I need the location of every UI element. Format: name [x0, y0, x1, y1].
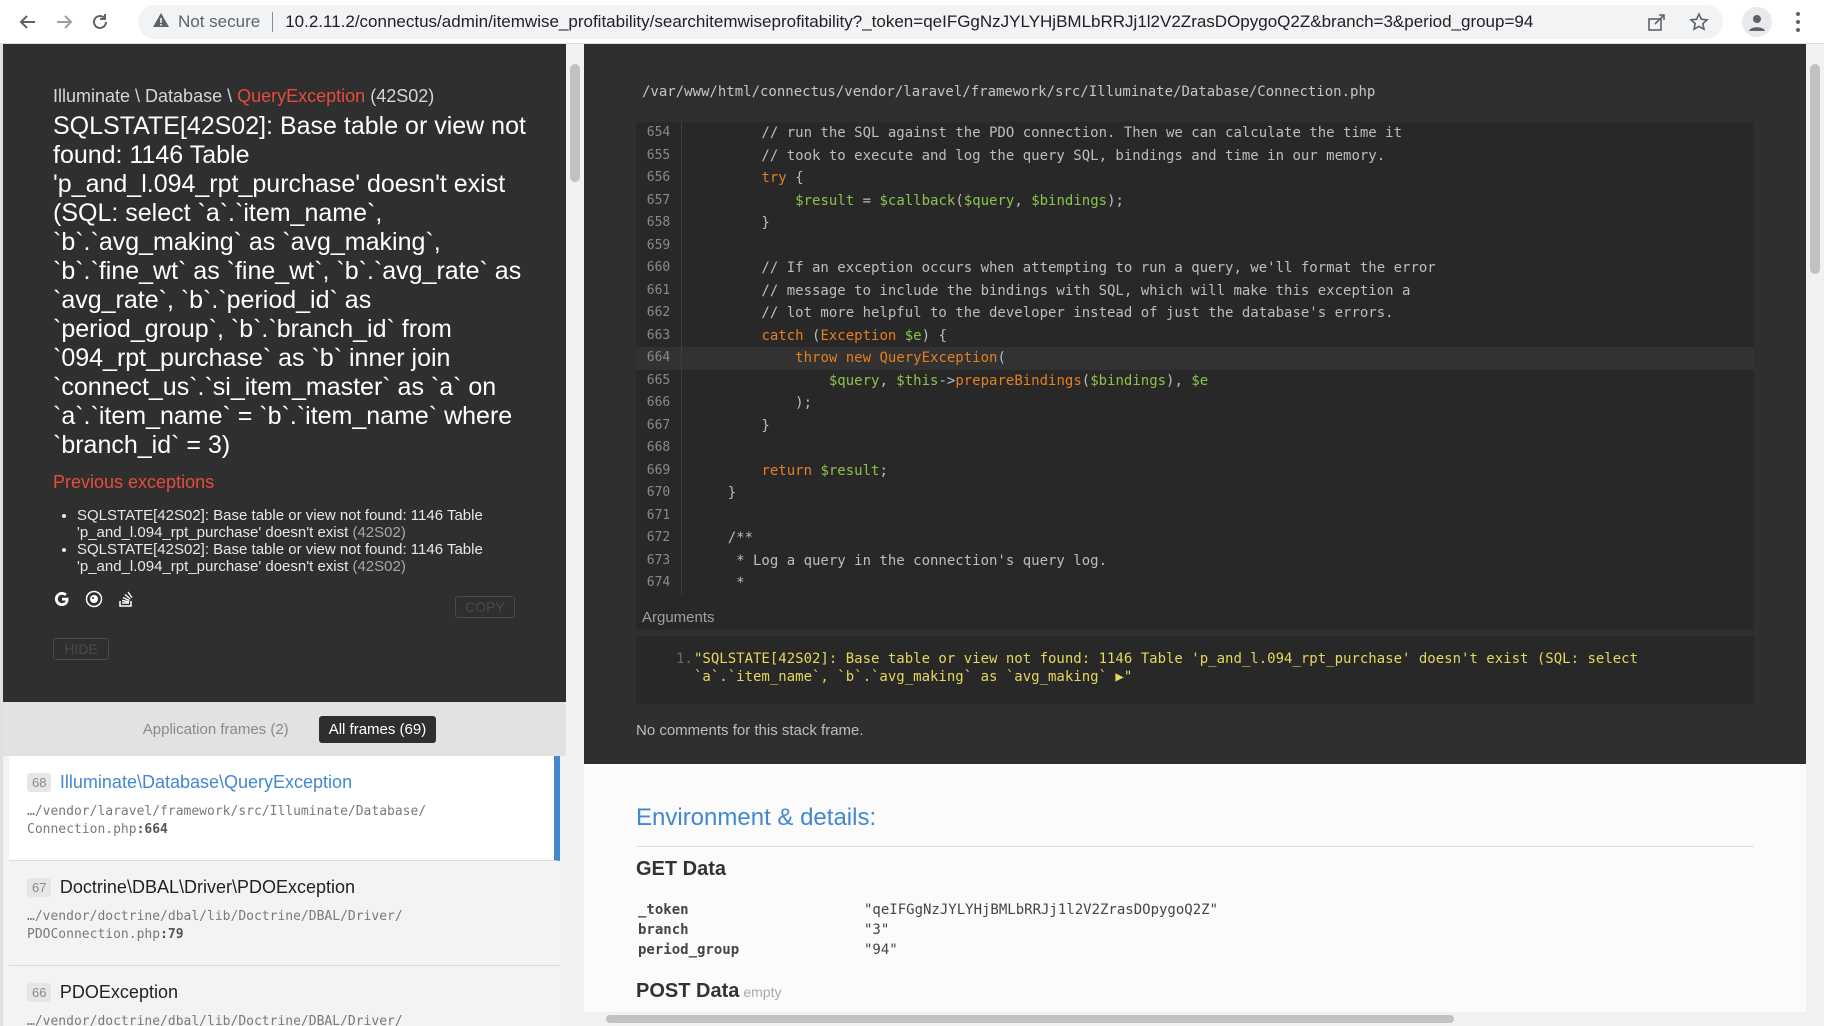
code-line: 673 * Log a query in the connection's qu…: [636, 549, 1754, 572]
profile-avatar-icon[interactable]: [1742, 7, 1772, 37]
previous-exceptions-list: SQLSTATE[42S02]: Base table or view not …: [53, 507, 526, 575]
forward-icon[interactable]: [50, 8, 78, 36]
code-line-highlighted: 664 throw new QueryException(: [636, 347, 1754, 370]
exception-namespace: Illuminate \ Database \: [53, 86, 233, 106]
left-scrollbar[interactable]: [566, 44, 584, 1026]
argument-value-line[interactable]: `a`.`item_name`, `b`.`avg_making` as `av…: [694, 668, 1754, 686]
left-panel: Illuminate \ Database \ QueryException (…: [0, 44, 566, 1026]
exception-type: QueryException: [237, 86, 366, 106]
divider: [636, 846, 1754, 847]
code-line: 665 $query, $this->prepareBindings($bind…: [636, 369, 1754, 392]
google-icon[interactable]: [53, 590, 71, 613]
bookmark-star-icon[interactable]: [1689, 12, 1709, 37]
share-icon[interactable]: [1647, 12, 1667, 37]
tab-application-frames[interactable]: Application frames (2): [133, 716, 299, 743]
code-line: 663 catch (Exception $e) {: [636, 324, 1754, 347]
frame-file: …/vendor/laravel/framework/src/Illuminat…: [27, 804, 427, 837]
frame-class: PDOException: [59, 982, 178, 1002]
code-viewer: 654 // run the SQL against the PDO conne…: [636, 122, 1754, 630]
code-line: 668: [636, 437, 1754, 460]
code-line: 654 // run the SQL against the PDO conne…: [636, 122, 1754, 145]
horizontal-scrollbar[interactable]: [584, 1012, 1806, 1026]
stackoverflow-icon[interactable]: [117, 590, 135, 613]
security-label[interactable]: Not secure: [178, 12, 260, 32]
environment-title: Environment & details:: [636, 804, 877, 831]
stack-frame[interactable]: 66 PDOException …/vendor/doctrine/dbal/l…: [9, 966, 560, 1026]
code-panel: /var/www/html/connectus/vendor/laravel/f…: [584, 44, 1806, 764]
stack-frame[interactable]: 67 Doctrine\DBAL\Driver\PDOException …/v…: [9, 861, 560, 966]
exception-breadcrumb: Illuminate \ Database \ QueryException (…: [53, 86, 526, 107]
scrollbar-thumb[interactable]: [1810, 64, 1820, 274]
code-line: 671: [636, 504, 1754, 527]
frame-class: Illuminate\Database\QueryException: [59, 772, 353, 792]
code-line: 657 $result = $callback($query, $binding…: [636, 189, 1754, 212]
stack-frames-list: 68 Illuminate\Database\QueryException …/…: [9, 756, 560, 1026]
code-line: 661 // message to include the bindings w…: [636, 279, 1754, 302]
file-path: /var/www/html/connectus/vendor/laravel/f…: [642, 84, 1376, 100]
frame-file: …/vendor/doctrine/dbal/lib/Doctrine/DBAL…: [27, 909, 403, 942]
exception-message: SQLSTATE[42S02]: Base table or view not …: [53, 112, 526, 459]
arguments-title: Arguments: [642, 609, 715, 626]
code-line: 674 *: [636, 572, 1754, 595]
code-line: 669 return $result;: [636, 459, 1754, 482]
back-icon[interactable]: [14, 8, 42, 36]
frame-number: 67: [27, 878, 52, 897]
previous-exceptions-title: Previous exceptions: [53, 472, 215, 492]
warning-icon[interactable]: [152, 12, 170, 33]
frame-number: 68: [27, 773, 52, 792]
arguments-box: 1. "SQLSTATE[42S02]: Base table or view …: [636, 636, 1754, 704]
post-data-title: POST Data empty: [636, 980, 782, 1002]
post-empty-label: empty: [743, 984, 782, 1000]
code-line: 660 // If an exception occurs when attem…: [636, 257, 1754, 280]
stack-frame[interactable]: 68 Illuminate\Database\QueryException …/…: [9, 756, 560, 861]
hide-button[interactable]: HIDE: [53, 638, 109, 660]
scrollbar-thumb[interactable]: [606, 1015, 1454, 1023]
code-line: 659: [636, 234, 1754, 257]
argument-value-line: "SQLSTATE[42S02]: Base table or view not…: [694, 651, 1639, 667]
duckduckgo-icon[interactable]: [85, 590, 103, 613]
code-line: 655 // took to execute and log the query…: [636, 144, 1754, 167]
tab-all-frames[interactable]: All frames (69): [318, 715, 437, 743]
browser-toolbar: Not secure 10.2.11.2/connectus/admin/ite…: [0, 0, 1824, 44]
search-links: [53, 590, 135, 613]
right-scrollbar[interactable]: [1806, 44, 1824, 1026]
exception-code: (42S02): [370, 86, 435, 106]
previous-exception-item: SQLSTATE[42S02]: Base table or view not …: [77, 507, 526, 541]
code-line: 658 }: [636, 212, 1754, 235]
get-data-title: GET Data: [636, 858, 727, 880]
code-line: 672 /**: [636, 527, 1754, 550]
code-line: 670 }: [636, 482, 1754, 505]
scrollbar-thumb[interactable]: [570, 64, 580, 182]
url-text[interactable]: 10.2.11.2/connectus/admin/itemwise_profi…: [285, 12, 1533, 32]
previous-exception-item: SQLSTATE[42S02]: Base table or view not …: [77, 541, 526, 575]
divider: [272, 12, 274, 32]
code-line: 656 try {: [636, 167, 1754, 190]
frame-file: …/vendor/doctrine/dbal/lib/Doctrine/DBAL…: [27, 1014, 403, 1026]
frame-class: Doctrine\DBAL\Driver\PDOException: [59, 877, 356, 897]
code-line: 667 }: [636, 414, 1754, 437]
address-bar[interactable]: Not secure 10.2.11.2/connectus/admin/ite…: [138, 5, 1723, 39]
no-comments-text: No comments for this stack frame.: [636, 722, 864, 739]
browser-menu-icon[interactable]: [1788, 10, 1808, 34]
frame-number: 66: [27, 983, 52, 1002]
code-line: 666 );: [636, 392, 1754, 415]
argument-index: 1.: [676, 651, 693, 667]
environment-details: Environment & details: GET Data _token "q…: [584, 764, 1806, 1026]
exception-summary: Illuminate \ Database \ QueryException (…: [3, 44, 566, 702]
frame-filter-tabs: Application frames (2) All frames (69): [3, 702, 566, 756]
code-line: 662 // lot more helpful to the developer…: [636, 302, 1754, 325]
reload-icon[interactable]: [86, 8, 114, 36]
copy-button[interactable]: COPY: [455, 596, 515, 618]
